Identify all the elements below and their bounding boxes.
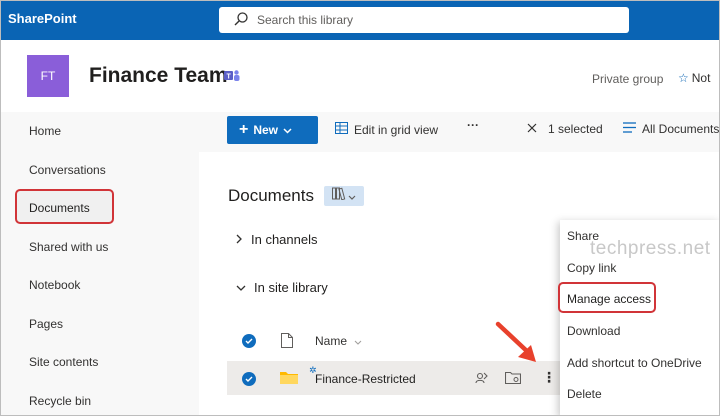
site-logo: FT: [27, 55, 69, 97]
row-checkbox[interactable]: [242, 372, 256, 386]
more-icon[interactable]: ···: [467, 118, 479, 132]
group-label: In site library: [254, 280, 328, 295]
menu-item-download[interactable]: Download: [567, 324, 620, 338]
nav-item-recycle-bin[interactable]: Recycle bin: [29, 394, 91, 408]
view-switcher[interactable]: All Documents: [623, 122, 719, 136]
folder-share-icon[interactable]: [504, 371, 522, 389]
sharepoint-brand[interactable]: SharePoint: [8, 11, 77, 26]
follow-button[interactable]: ☆ Not: [678, 71, 710, 85]
nav-item-notebook[interactable]: Notebook: [29, 278, 80, 292]
library-title: Documents: [228, 186, 314, 205]
menu-item-delete[interactable]: Delete: [567, 387, 602, 401]
chevron-down-icon: [348, 187, 356, 205]
menu-item-manage-access[interactable]: Manage access: [567, 292, 651, 306]
list-icon: [623, 122, 636, 136]
search-input[interactable]: [257, 7, 617, 33]
svg-text:T: T: [227, 74, 232, 81]
share-icon[interactable]: [475, 371, 489, 390]
column-name-header[interactable]: Name: [315, 334, 362, 348]
arrow-annotation-icon: [492, 318, 542, 373]
chevron-down-icon: [354, 334, 362, 348]
group-in-site-library[interactable]: In site library: [236, 280, 328, 295]
menu-item-copy-link[interactable]: Copy link: [567, 261, 616, 275]
plus-icon: +: [239, 121, 249, 138]
nav-item-site-contents[interactable]: Site contents: [29, 355, 98, 369]
site-title: Finance Team: [89, 64, 228, 87]
more-vertical-icon[interactable]: ⋮: [542, 369, 556, 386]
chevron-down-icon: [283, 123, 292, 137]
menu-item-share[interactable]: Share: [567, 229, 599, 243]
chevron-down-icon: [236, 280, 246, 295]
new-button-label: New: [253, 123, 279, 137]
nav-item-conversations[interactable]: Conversations: [29, 163, 106, 177]
group-in-channels[interactable]: In channels: [236, 232, 318, 247]
menu-item-add-shortcut[interactable]: Add shortcut to OneDrive: [567, 356, 702, 370]
library-view-button[interactable]: [324, 186, 364, 206]
close-icon: [527, 122, 537, 136]
privacy-label: Private group: [592, 72, 664, 86]
edit-grid-button[interactable]: Edit in grid view: [335, 122, 438, 137]
new-button[interactable]: + New: [227, 116, 318, 144]
file-type-icon: [281, 333, 293, 353]
teams-icon[interactable]: T: [224, 69, 240, 88]
grid-icon: [335, 122, 348, 137]
watermark: techpress.net: [590, 238, 711, 259]
selected-count-button[interactable]: 1 selected: [527, 122, 603, 136]
search-box[interactable]: [219, 7, 629, 33]
library-icon: [332, 187, 346, 205]
search-icon: [233, 11, 249, 32]
nav-item-pages[interactable]: Pages: [29, 317, 63, 331]
nav-item-home[interactable]: Home: [29, 124, 61, 138]
left-navigation: [0, 112, 199, 416]
follow-label: Not: [691, 71, 711, 85]
column-name-label: Name: [315, 334, 348, 348]
chevron-right-icon: [236, 232, 243, 247]
selected-count-label: 1 selected: [548, 122, 603, 136]
select-all-checkbox[interactable]: [242, 334, 256, 348]
file-name[interactable]: Finance-Restricted: [315, 372, 416, 386]
star-icon: ☆: [678, 71, 689, 85]
group-label: In channels: [251, 232, 318, 247]
edit-grid-label: Edit in grid view: [354, 122, 439, 137]
nav-item-shared-with-us[interactable]: Shared with us: [29, 240, 108, 254]
folder-icon: [280, 370, 298, 389]
view-switcher-label: All Documents: [642, 122, 720, 136]
nav-item-documents[interactable]: Documents: [29, 201, 90, 215]
